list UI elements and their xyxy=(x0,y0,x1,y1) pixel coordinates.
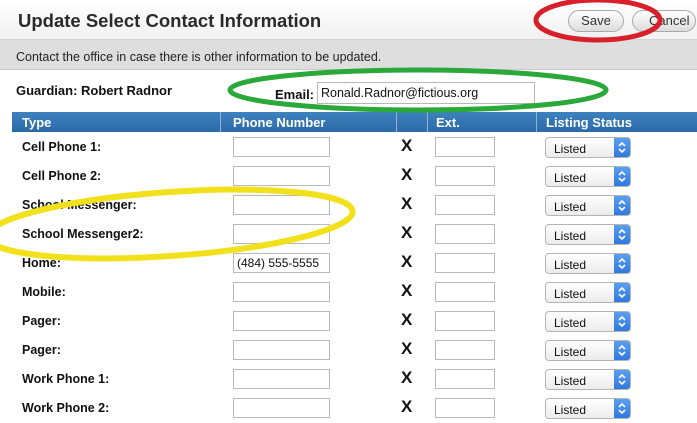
phone-number-input[interactable] xyxy=(233,137,330,157)
delete-x-button[interactable]: X xyxy=(401,165,412,185)
listing-status-value: Listed xyxy=(554,403,587,417)
select-arrows-icon xyxy=(614,312,630,331)
delete-x-button[interactable]: X xyxy=(401,194,412,214)
phone-type-label: School Messenger: xyxy=(22,198,137,212)
table-row: Work Phone 1: X Listed xyxy=(12,364,697,393)
listing-status-select[interactable]: Listed xyxy=(545,224,631,245)
phone-type-label: School Messenger2: xyxy=(22,227,144,241)
phone-type-label: Cell Phone 2: xyxy=(22,169,102,183)
listing-status-select[interactable]: Listed xyxy=(545,369,631,390)
listing-status-select[interactable]: Listed xyxy=(545,311,631,332)
extension-input[interactable] xyxy=(435,311,495,331)
delete-x-button[interactable]: X xyxy=(401,310,412,330)
listing-status-value: Listed xyxy=(554,287,587,301)
phone-type-label: Pager: xyxy=(22,314,61,328)
delete-x-button[interactable]: X xyxy=(401,252,412,272)
header-divider xyxy=(396,112,397,132)
phone-number-input[interactable] xyxy=(233,282,330,302)
select-arrows-icon xyxy=(614,196,630,215)
extension-input[interactable] xyxy=(435,282,495,302)
select-arrows-icon xyxy=(614,399,630,418)
listing-status-value: Listed xyxy=(554,142,587,156)
phone-number-input[interactable] xyxy=(233,340,330,360)
table-header: Type Phone Number Ext. Listing Status xyxy=(12,112,697,132)
listing-status-select[interactable]: Listed xyxy=(545,282,631,303)
extension-input[interactable] xyxy=(435,253,495,273)
phone-number-input[interactable] xyxy=(233,166,330,186)
listing-status-select[interactable]: Listed xyxy=(545,166,631,187)
office-notice: Contact the office in case there is othe… xyxy=(0,40,697,70)
delete-x-button[interactable]: X xyxy=(401,136,412,156)
extension-input[interactable] xyxy=(435,398,495,418)
listing-status-value: Listed xyxy=(554,229,587,243)
listing-status-value: Listed xyxy=(554,171,587,185)
phone-type-label: Mobile: xyxy=(22,285,66,299)
delete-x-button[interactable]: X xyxy=(401,368,412,388)
extension-input[interactable] xyxy=(435,369,495,389)
phone-number-input[interactable] xyxy=(233,311,330,331)
delete-x-button[interactable]: X xyxy=(401,223,412,243)
select-arrows-icon xyxy=(614,138,630,157)
listing-status-value: Listed xyxy=(554,345,587,359)
phone-number-input[interactable] xyxy=(233,398,330,418)
listing-status-select[interactable]: Listed xyxy=(545,137,631,158)
select-arrows-icon xyxy=(614,341,630,360)
delete-x-button[interactable]: X xyxy=(401,397,412,417)
table-row: Work Phone 2: X Listed xyxy=(12,393,697,422)
table-row: School Messenger: X Listed xyxy=(12,190,697,219)
extension-input[interactable] xyxy=(435,224,495,244)
cancel-button[interactable]: Cancel xyxy=(632,10,696,32)
email-label: Email: xyxy=(275,87,315,102)
header-divider xyxy=(220,112,221,132)
guardian-name: Guardian: Robert Radnor xyxy=(16,83,173,98)
phone-number-input[interactable] xyxy=(233,253,330,273)
table-row: Cell Phone 2: X Listed xyxy=(12,161,697,190)
extension-input[interactable] xyxy=(435,166,495,186)
phone-type-label: Home: xyxy=(22,256,61,270)
header-type: Type xyxy=(22,115,52,130)
phone-number-input[interactable] xyxy=(233,369,330,389)
phone-type-label: Cell Phone 1: xyxy=(22,140,102,154)
listing-status-select[interactable]: Listed xyxy=(545,398,631,419)
delete-x-button[interactable]: X xyxy=(401,281,412,301)
table-row: Pager: X Listed xyxy=(12,335,697,364)
phone-type-label: Work Phone 1: xyxy=(22,372,110,386)
listing-status-value: Listed xyxy=(554,200,587,214)
listing-status-select[interactable]: Listed xyxy=(545,253,631,274)
phone-number-input[interactable] xyxy=(233,195,330,215)
table-row: Mobile: X Listed xyxy=(12,277,697,306)
phone-number-input[interactable] xyxy=(233,224,330,244)
save-button[interactable]: Save xyxy=(568,10,624,32)
phone-type-label: Pager: xyxy=(22,343,61,357)
extension-input[interactable] xyxy=(435,195,495,215)
select-arrows-icon xyxy=(614,370,630,389)
phone-type-label: Work Phone 2: xyxy=(22,401,110,415)
extension-input[interactable] xyxy=(435,137,495,157)
select-arrows-icon xyxy=(614,254,630,273)
listing-status-value: Listed xyxy=(554,258,587,272)
listing-status-select[interactable]: Listed xyxy=(545,340,631,361)
email-field[interactable] xyxy=(317,82,535,104)
table-row: Home: X Listed xyxy=(12,248,697,277)
select-arrows-icon xyxy=(614,225,630,244)
listing-status-value: Listed xyxy=(554,316,587,330)
header-ext: Ext. xyxy=(436,115,460,130)
dialog-title: Update Select Contact Information xyxy=(18,10,322,31)
listing-status-select[interactable]: Listed xyxy=(545,195,631,216)
dialog-titlebar: Update Select Contact Information Save C… xyxy=(0,0,697,40)
header-divider xyxy=(536,112,537,132)
extension-input[interactable] xyxy=(435,340,495,360)
select-arrows-icon xyxy=(614,283,630,302)
select-arrows-icon xyxy=(614,167,630,186)
listing-status-value: Listed xyxy=(554,374,587,388)
header-divider xyxy=(427,112,428,132)
header-phone: Phone Number xyxy=(233,115,326,130)
guardian-row: Guardian: Robert Radnor Email: xyxy=(0,70,697,110)
table-row: School Messenger2: X Listed xyxy=(12,219,697,248)
table-row: Cell Phone 1: X Listed xyxy=(12,132,697,161)
table-row: Pager: X Listed xyxy=(12,306,697,335)
contact-dialog: Update Select Contact Information Save C… xyxy=(0,0,697,423)
delete-x-button[interactable]: X xyxy=(401,339,412,359)
header-status: Listing Status xyxy=(546,115,632,130)
